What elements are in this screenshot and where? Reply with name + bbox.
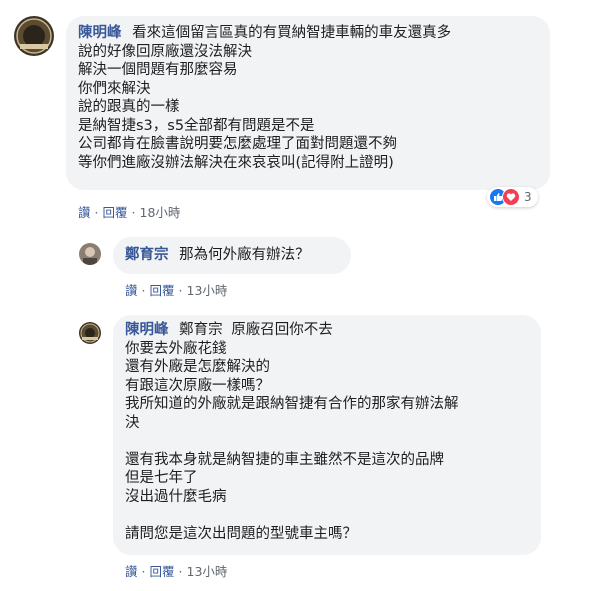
- comment-text: 還有我本身就是納智捷的車主雖然不是這次的品牌: [125, 451, 444, 468]
- comment-actions: 讚 · 回覆 · 13小時: [125, 561, 227, 580]
- comment-author[interactable]: 陳明峰: [78, 25, 122, 41]
- reaction-count: 3: [524, 190, 532, 204]
- separator-dot: ·: [141, 564, 146, 579]
- comment-text: 公司都肯在臉書說明要怎麼處理了面對問題還不夠: [78, 136, 397, 152]
- comment-author[interactable]: 陳明峰: [125, 322, 169, 338]
- comment-text: 解決一個問題有那麼容易: [78, 62, 238, 78]
- reaction-summary[interactable]: 3: [487, 187, 538, 207]
- reply-button[interactable]: 回覆: [150, 564, 175, 579]
- reply-bubble: 陳明峰 鄭育宗 原廠召回你不去 你要去外廠花錢 還有外廠是怎麼解決的 有跟這次原…: [113, 315, 541, 555]
- comment-text: 說的好像回原廠還沒法解決: [78, 43, 252, 60]
- avatar[interactable]: [79, 243, 101, 265]
- comment-text: 有跟這次原廠一樣嗎？: [125, 377, 270, 394]
- comment-text: 等你們進廠沒辦法解決在來哀哀叫(記得附上證明): [78, 154, 394, 171]
- timestamp[interactable]: 18小時: [140, 205, 181, 220]
- like-button[interactable]: 讚: [78, 205, 91, 220]
- like-button[interactable]: 讚: [125, 564, 138, 579]
- comment-text: 你要去外廠花錢: [125, 340, 227, 357]
- avatar[interactable]: [79, 322, 101, 344]
- comment-first-line: 鄭育宗 那為何外廠有辦法？: [125, 246, 339, 265]
- comment-text: 是納智捷s3，s5全部都有問題是不是: [78, 117, 315, 134]
- separator-dot: ·: [131, 205, 136, 220]
- mention-link[interactable]: 鄭育宗: [179, 322, 223, 338]
- separator-dot: ·: [178, 564, 183, 579]
- reply-button[interactable]: 回覆: [150, 283, 175, 298]
- comment-text: 我所知道的外廠就是跟納智捷有合作的那家有辦法解: [125, 396, 459, 412]
- comment-text: 你們來解決: [78, 80, 151, 97]
- reply-button[interactable]: 回覆: [103, 205, 128, 220]
- timestamp[interactable]: 13小時: [187, 283, 228, 298]
- avatar[interactable]: [14, 16, 54, 56]
- comment-first-line: 陳明峰 鄭育宗 原廠召回你不去: [125, 321, 529, 340]
- separator-dot: ·: [94, 205, 99, 220]
- comment-first-line: 陳明峰 看來這個留言區真的有買納智捷車輛的車友還真多: [78, 24, 538, 43]
- reply-bubble: 鄭育宗 那為何外廠有辦法？: [113, 237, 351, 274]
- comment-author[interactable]: 鄭育宗: [125, 247, 169, 263]
- comment-text: 看來這個留言區真的有買納智捷車輛的車友還真多: [132, 25, 452, 41]
- love-reaction-icon: [502, 188, 520, 206]
- comment-actions: 讚 · 回覆 · 13小時: [125, 280, 227, 299]
- comment-text: 沒出過什麼毛病: [125, 488, 227, 505]
- comment-text: 還有外廠是怎麼解決的: [125, 359, 270, 375]
- comment-text: 請問您是這次出問題的型號車主嗎？: [125, 525, 357, 542]
- separator-dot: ·: [178, 283, 183, 298]
- comment-text: 說的跟真的一樣: [78, 99, 180, 115]
- comment-text: 但是七年了: [125, 470, 198, 486]
- comment-text: 那為何外廠有辦法？: [179, 247, 310, 263]
- comment-text: 原廠召回你不去: [231, 322, 333, 338]
- separator-dot: ·: [141, 283, 146, 298]
- like-button[interactable]: 讚: [125, 283, 138, 298]
- timestamp[interactable]: 13小時: [187, 564, 228, 579]
- comment-bubble: 陳明峰 看來這個留言區真的有買納智捷車輛的車友還真多 說的好像回原廠還沒法解決 …: [66, 16, 550, 190]
- comment-actions: 讚 · 回覆 · 18小時: [78, 202, 180, 221]
- comment-text: 決: [125, 414, 140, 431]
